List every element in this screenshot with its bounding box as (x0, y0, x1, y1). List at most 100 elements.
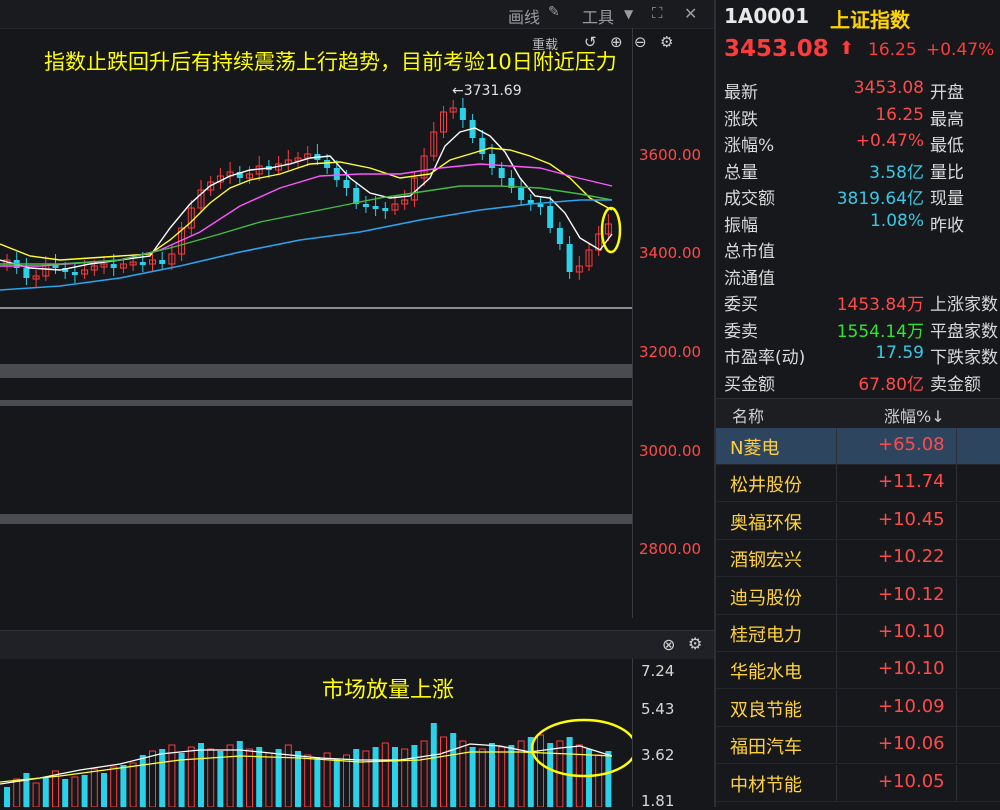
candle-body (518, 188, 525, 200)
quote-row: 涨跌 16.25 最高 (724, 105, 1000, 131)
stock-name: 华能水电 (730, 662, 802, 684)
volume-bar (459, 740, 467, 807)
quote-label: 总量 (724, 162, 758, 183)
quote-value: 1.08% (869, 210, 924, 231)
candlestick-chart: ←3731.69 (0, 83, 632, 524)
quote-value: 3819.64亿 (836, 189, 924, 209)
stock-list-item[interactable]: 华能水电 +10.10 (716, 652, 1000, 690)
stock-list-item[interactable]: 松井股份 +11.74 (716, 465, 1000, 503)
pencil-icon[interactable]: ✎ (548, 4, 560, 20)
quote-label-secondary: 下跌家数 (930, 348, 998, 368)
stock-list-item[interactable]: 双良节能 +10.09 (716, 689, 1000, 727)
volume-bar (353, 749, 360, 807)
ma10-line (0, 147, 613, 261)
volume-bar (265, 752, 273, 807)
quote-row: 总量 3.58亿 量比 (724, 158, 1000, 184)
column-divider (956, 465, 957, 502)
fullscreen-icon[interactable]: ⛶ (652, 4, 663, 22)
column-divider (836, 577, 837, 614)
volume-tick: 5.43 (641, 700, 675, 718)
chart-toolbar: 画线 ✎ 工具 ▼ ⛶ ✕ (0, 0, 714, 29)
quote-label-secondary: 量比 (930, 162, 964, 183)
volume-bar (236, 741, 243, 807)
candle-body (537, 204, 544, 207)
column-divider (956, 502, 957, 539)
quote-label: 买金额 (724, 374, 775, 395)
volume-bar (149, 750, 156, 807)
stock-change-percent: +10.10 (878, 621, 945, 642)
quote-row: 总市值 (724, 237, 1000, 263)
volume-bar (198, 743, 204, 807)
column-divider (956, 727, 957, 764)
volume-bar (595, 754, 603, 807)
kline-chart-pane[interactable]: 画线 ✎ 工具 ▼ ⛶ ✕ 重载 ↺ ⊕ ⊖ ⚙ ←3731.69 指数止跌回升… (0, 0, 714, 810)
quote-row: 买金额 67.80亿 卖金额 (724, 370, 1000, 396)
candle-body (343, 180, 350, 188)
stock-change-percent: +10.10 (878, 658, 945, 680)
volume-bar (23, 773, 30, 807)
volume-bar (401, 748, 409, 807)
quote-label: 流通值 (724, 268, 775, 289)
close-icon[interactable]: ✕ (684, 4, 697, 23)
volume-bar (71, 776, 79, 807)
close-icon[interactable]: ⊗ (662, 635, 675, 654)
volume-bar (13, 778, 21, 807)
peak-label: ←3731.69 (452, 83, 522, 99)
volume-bar (469, 747, 476, 807)
column-divider (836, 764, 837, 801)
volume-panel-header: ⊗ ⚙ (0, 630, 714, 659)
stock-list-item[interactable]: N菱电 +65.08 (716, 428, 1000, 465)
volume-bar (129, 762, 137, 807)
quote-row: 振幅 1.08% 昨收 (724, 211, 1000, 237)
price-tick: 3200.00 (639, 343, 702, 361)
quote-value: 1453.84万 (836, 295, 924, 315)
volume-bar (90, 768, 98, 807)
candle-body (498, 168, 505, 178)
tools-menu[interactable]: 工具 (582, 4, 614, 28)
stock-list-header: 名称 涨幅%↓ (716, 398, 1000, 430)
volume-bar (168, 744, 176, 807)
quote-label: 振幅 (724, 215, 758, 236)
volume-bar (478, 748, 486, 807)
column-divider (836, 615, 837, 651)
stock-name: 双良节能 (730, 699, 802, 721)
volume-bar (295, 751, 301, 807)
candle-body (459, 108, 466, 120)
quote-value: 16.25 (875, 104, 924, 125)
price-tick: 3400.00 (639, 244, 702, 262)
candle-body (566, 244, 573, 272)
gear-icon[interactable]: ⚙ (688, 634, 702, 653)
stock-list-item[interactable]: 奥福环保 +10.45 (716, 502, 1000, 540)
stock-list-item[interactable]: 迪马股份 +10.12 (716, 577, 1000, 615)
quote-label-secondary: 平盘家数 (930, 321, 998, 342)
column-header-name[interactable]: 名称 (732, 403, 764, 427)
volume-bar (508, 745, 515, 807)
candle-body (353, 188, 360, 204)
volume-bar (392, 747, 398, 807)
column-divider (836, 502, 837, 539)
draw-line-button[interactable]: 画线 (508, 4, 540, 28)
volume-bar (343, 754, 350, 807)
volume-bar (323, 752, 331, 807)
stock-name: 松井股份 (730, 475, 802, 497)
column-header-change[interactable]: 涨幅%↓ (884, 403, 945, 427)
candle-body (556, 228, 563, 244)
chevron-down-icon[interactable]: ▼ (624, 7, 633, 21)
stock-list-item[interactable]: 酒钢宏兴 +10.22 (716, 540, 1000, 578)
current-price: 3453.08 (724, 36, 829, 62)
candle-body (71, 272, 78, 275)
quote-label: 委买 (724, 295, 758, 315)
stock-change-percent: +65.08 (878, 434, 945, 455)
column-divider (956, 615, 957, 651)
stock-list-item[interactable]: 中材节能 +10.05 (716, 764, 1000, 802)
price-tick: 3600.00 (639, 146, 702, 164)
quote-row: 最新 3453.08 开盘 (724, 78, 1000, 104)
volume-bar (450, 733, 457, 807)
volume-bar (62, 779, 69, 807)
stock-list-item[interactable]: 桂冠电力 +10.10 (716, 615, 1000, 652)
stock-list-item[interactable]: 福田汽车 +10.06 (716, 727, 1000, 765)
column-divider (956, 689, 957, 726)
price-change: 16.25 (868, 40, 917, 60)
stock-change-percent: +11.74 (878, 471, 945, 493)
volume-bar (187, 746, 195, 807)
